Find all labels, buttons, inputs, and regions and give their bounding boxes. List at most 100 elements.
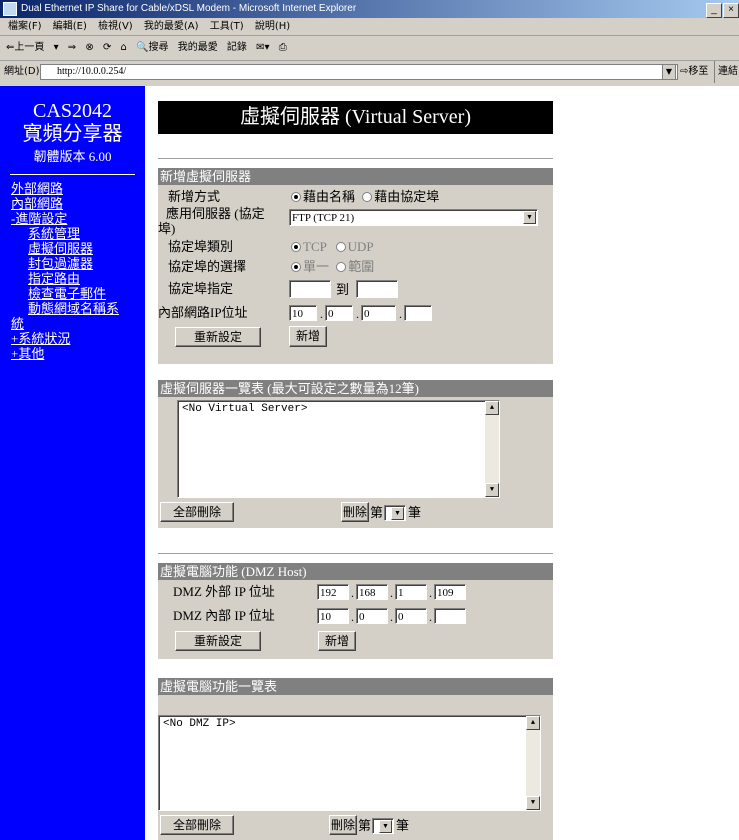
port-spec-label: 協定埠指定 [168,281,234,296]
history-button[interactable]: 記錄 [227,42,247,53]
dmz-delete-button[interactable]: 刪除 [329,815,357,835]
scroll-down-icon[interactable]: ▼ [485,483,499,497]
protocol-tcp-radio[interactable] [291,242,301,253]
dmz-external-ip-row: DMZ 外部 IP 位址 192 . 168 . 1 . 109 [158,580,553,604]
vs-list-scrollbar[interactable]: ▲ ▼ [485,401,499,497]
forward-button[interactable]: ⇒ [68,42,76,53]
dmz-int-ip-octet-3[interactable]: 0 [395,608,427,624]
method-by-name-radio[interactable] [291,192,301,203]
internal-ip-row: 內部網路IP位址 10 . 0 . 0 . [158,301,553,325]
port-end-input[interactable] [356,280,398,298]
back-button[interactable]: ⇐上一頁 [6,42,44,53]
internal-ip-octet-1[interactable]: 10 [289,305,317,321]
chevron-down-icon[interactable]: ▼ [379,820,392,833]
virtual-server-listbox[interactable]: <No Virtual Server> ▲ ▼ [177,400,500,498]
sidebar-item-other[interactable]: +其他 [0,346,145,361]
internal-ip-octet-2[interactable]: 0 [325,305,353,321]
menu-favorites[interactable]: 我的最愛(A) [144,21,199,32]
home-icon[interactable]: ⌂ [121,42,127,53]
nth-prefix: 第 [370,505,384,520]
port-range-radio[interactable] [336,262,347,273]
dmz-list-panel: 虛擬電腦功能一覽表 <No DMZ IP> ▲ ▼ 全部刪除 刪除 第 ▼ 筆 [158,678,553,840]
ip-dot: . [429,610,432,624]
sidebar-nav: 外部網路 內部網路 -進階設定 系統管理 虛擬伺服器 封包過濾器 指定路由 檢查… [0,181,145,361]
sidebar-item-virtual-server[interactable]: 虛擬伺服器 [0,241,145,256]
menu-tools[interactable]: 工具(T) [210,21,244,32]
delete-all-button[interactable]: 全部刪除 [160,502,234,522]
sidebar-item-wan[interactable]: 外部網路 [0,181,145,196]
refresh-icon[interactable]: ⟳ [103,42,111,53]
sidebar-item-static-route[interactable]: 指定路由 [0,271,145,286]
sidebar-item-packet-filter[interactable]: 封包過濾器 [0,256,145,271]
reset-button[interactable]: 重新設定 [175,327,261,347]
scroll-down-icon[interactable]: ▼ [526,796,540,810]
virtual-server-list-panel: 虛擬伺服器一覽表 (最大可設定之數量為12筆) <No Virtual Serv… [158,380,553,528]
sidebar-item-system-admin[interactable]: 系統管理 [0,226,145,241]
address-input[interactable]: http://10.0.0.254/ [40,64,678,80]
dmz-reset-button[interactable]: 重新設定 [175,631,261,651]
ip-dot: . [390,610,393,624]
port-selection-row: 協定埠的選擇 單一 範圍 [158,257,553,277]
sidebar-divider [10,174,135,175]
scroll-up-icon[interactable]: ▲ [526,716,540,730]
favorites-button[interactable]: 我的最愛 [178,42,218,53]
sidebar-item-ddns[interactable]: 動態網域名稱系 [0,301,145,316]
sidebar-item-check-email[interactable]: 檢查電子郵件 [0,286,145,301]
dmz-ext-ip-octet-4[interactable]: 109 [434,584,466,600]
menu-view[interactable]: 檢視(V) [98,21,133,32]
dmz-delete-all-button[interactable]: 全部刪除 [160,815,234,835]
internal-ip-octet-3[interactable]: 0 [361,305,396,321]
menu-help[interactable]: 說明(H) [255,21,290,32]
add-vs-header: 新增虛擬伺服器 [158,168,553,185]
scroll-up-icon[interactable]: ▲ [485,401,499,415]
dmz-ext-ip-octet-3[interactable]: 1 [395,584,427,600]
dmz-list-scrollbar[interactable]: ▲ ▼ [526,716,540,810]
window-title-bar: Dual Ethernet IP Share for Cable/xDSL Mo… [0,0,739,18]
sidebar-item-ddns-cont[interactable]: 統 [0,316,145,331]
divider [158,553,553,555]
internal-ip-octet-4[interactable] [404,305,432,321]
method-by-port-radio[interactable] [362,192,373,203]
dmz-ext-ip-octet-2[interactable]: 168 [356,584,388,600]
chevron-down-icon[interactable]: ▼ [391,507,404,520]
stop-icon[interactable]: ⊗ [85,42,93,53]
address-label: 網址(D) [4,66,40,77]
ip-dot: . [399,307,402,321]
dmz-add-button[interactable]: 新增 [318,631,356,651]
back-dropdown-icon[interactable]: ▾ [54,42,59,53]
chevron-down-icon[interactable]: ▼ [523,211,536,224]
menu-edit[interactable]: 編輯(E) [53,21,87,32]
go-button[interactable]: ⇨移至 [680,61,708,83]
mail-icon[interactable]: ✉▾ [256,42,269,53]
app-server-label-2: 埠) [158,221,176,236]
print-icon[interactable]: ⎙ [279,42,287,53]
search-button[interactable]: 🔍搜尋 [136,42,168,53]
menu-file[interactable]: 檔案(F) [8,21,42,32]
port-start-input[interactable] [289,280,331,298]
dmz-int-ip-octet-4[interactable] [434,608,466,624]
port-selection-label: 協定埠的選擇 [168,259,247,274]
ip-dot: . [356,307,359,321]
dmz-int-ip-octet-1[interactable]: 10 [317,608,349,624]
close-button[interactable]: × [723,3,739,18]
ip-dot: . [390,586,393,600]
port-single-radio[interactable] [291,262,301,273]
app-server-select[interactable]: FTP (TCP 21) ▼ [289,209,538,226]
sidebar-item-system-status[interactable]: +系統狀況 [0,331,145,346]
dmz-ext-ip-octet-1[interactable]: 192 [317,584,349,600]
delete-button[interactable]: 刪除 [341,502,369,522]
delete-index-select[interactable]: ▼ [384,505,406,521]
ip-dot: . [320,307,323,321]
dmz-internal-ip-label: DMZ 內部 IP 位址 [173,608,275,623]
sidebar-item-lan[interactable]: 內部網路 [0,196,145,211]
address-dropdown-icon[interactable]: ▼ [662,64,676,80]
add-button[interactable]: 新增 [289,326,327,347]
links-button[interactable]: 連結 [714,61,738,83]
dmz-listbox[interactable]: <No DMZ IP> ▲ ▼ [158,715,541,811]
menu-bar: 檔案(F) 編輯(E) 檢視(V) 我的最愛(A) 工具(T) 說明(H) [0,18,739,36]
dmz-int-ip-octet-2[interactable]: 0 [356,608,388,624]
protocol-udp-radio[interactable] [335,242,346,253]
minimize-button[interactable]: _ [706,3,722,18]
dmz-delete-index-select[interactable]: ▼ [372,818,394,834]
sidebar-item-advanced[interactable]: -進階設定 [0,211,145,226]
